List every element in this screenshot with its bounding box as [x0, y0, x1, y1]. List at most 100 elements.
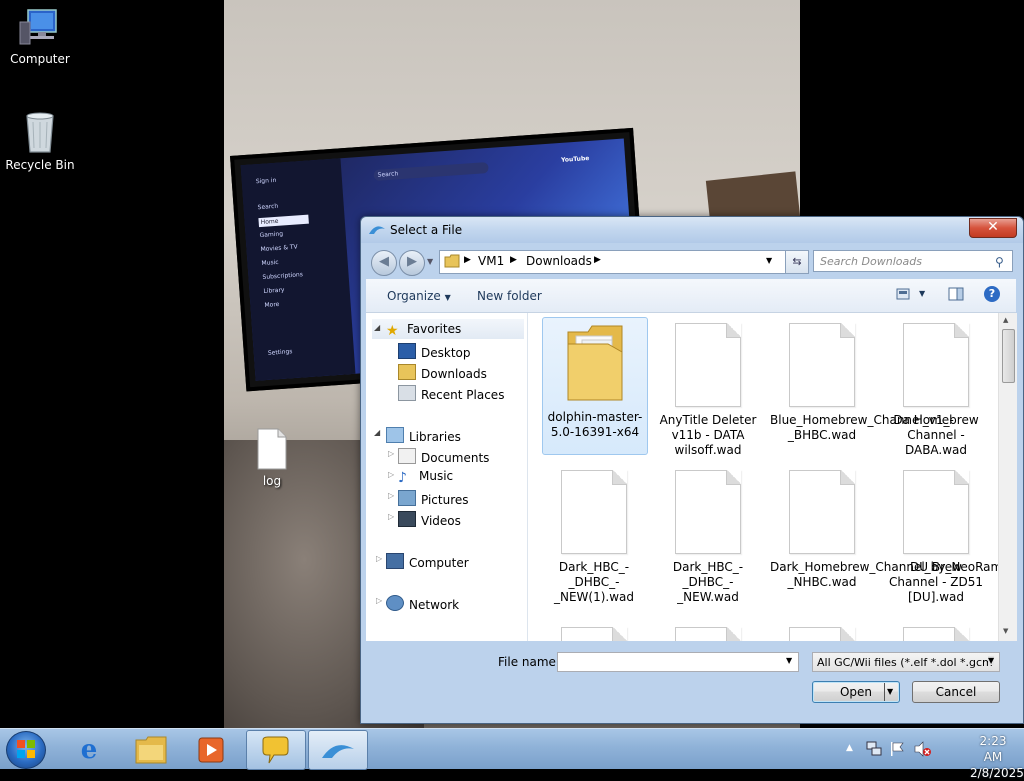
file-item-folder[interactable]: dolphin-master-5.0-16391-x64	[542, 317, 648, 455]
file-name: AnyTitle Deleter v11b - DATA wilsoff.wad	[659, 413, 757, 457]
file-item[interactable]: Dark_HBC_-_DHBC_-_NEW.wad	[656, 464, 760, 604]
file-name: Dark_HBC_-_DHBC_-_NEW.wad	[672, 560, 744, 604]
expand-arrow-icon[interactable]: ▷	[388, 491, 394, 500]
network-tray-icon[interactable]	[866, 741, 882, 760]
nav-label: Pictures	[421, 493, 469, 507]
scrollbar-thumb[interactable]	[1002, 329, 1015, 383]
tv-text: Gaming	[259, 230, 284, 240]
nav-desktop[interactable]: Desktop	[398, 343, 471, 360]
volume-muted-icon[interactable]	[914, 741, 932, 760]
taskbar-internet-explorer[interactable]: e	[60, 730, 118, 768]
desktop-icon-computer[interactable]: Computer	[2, 8, 78, 66]
scroll-down-icon[interactable]: ▼	[1003, 627, 1008, 635]
command-bar: Organize ▼ New folder ▼ ?	[366, 279, 1016, 313]
preview-pane-icon[interactable]	[948, 287, 964, 304]
help-icon[interactable]: ?	[984, 286, 1000, 302]
nav-label: Recent Places	[421, 388, 505, 402]
open-options-dropdown[interactable]: ▼	[887, 687, 893, 696]
speech-bubble-icon	[260, 735, 290, 768]
desktop-icon-log[interactable]: log	[234, 428, 310, 488]
nav-downloads[interactable]: Downloads	[398, 364, 487, 381]
close-button[interactable]: ✕	[969, 218, 1017, 238]
windows-logo-icon	[17, 740, 35, 761]
action-center-flag-icon[interactable]	[890, 741, 904, 760]
nav-computer[interactable]: Computer	[386, 553, 469, 570]
dolphin-icon	[321, 741, 355, 764]
filter-dropdown-icon[interactable]: ▼	[988, 656, 995, 665]
address-dropdown-icon[interactable]: ▼	[766, 256, 772, 265]
tv-text: Sign in	[255, 176, 277, 186]
computer-icon	[386, 553, 404, 569]
nav-libraries[interactable]: Libraries	[386, 427, 461, 444]
file-item-partial[interactable]	[770, 625, 874, 641]
breadcrumb-separator-icon: ▶	[594, 255, 601, 265]
show-hidden-icons[interactable]: ▲	[846, 743, 853, 753]
taskbar-dolphin[interactable]	[308, 730, 368, 770]
file-item-partial[interactable]	[542, 625, 646, 641]
search-input[interactable]: Search Downloads	[813, 250, 1013, 272]
file-item[interactable]: Dark_HBC_-_DHBC_-_NEW(1).wad	[542, 464, 646, 604]
nav-network[interactable]: Network	[386, 595, 459, 612]
collapse-arrow-icon[interactable]: ◢	[374, 428, 380, 437]
videos-icon	[398, 511, 416, 527]
file-name-dropdown-icon[interactable]: ▼	[786, 656, 792, 665]
file-item[interactable]: Da Homebrew Channel - DABA.wad	[884, 317, 988, 457]
expand-arrow-icon[interactable]: ▷	[376, 596, 382, 605]
recent-locations-dropdown[interactable]: ▼	[427, 257, 433, 266]
tv-text: More	[264, 300, 280, 309]
taskbar: e ▲ 2:23 AM 2/8/2025	[0, 728, 1024, 780]
tv-text: Subscriptions	[262, 271, 304, 282]
dialog-titlebar[interactable]: Select a File ✕	[361, 217, 1023, 243]
start-button[interactable]	[6, 731, 46, 769]
file-name-input[interactable]	[557, 652, 799, 672]
breadcrumb-item-vm1[interactable]: VM1	[478, 254, 504, 268]
file-item[interactable]: Blue_Homebrew_Channel_v1_-_BHBC.wad	[770, 317, 954, 453]
taskbar-clock[interactable]: 2:23 AM 2/8/2025	[970, 733, 1024, 781]
expand-arrow-icon[interactable]: ▷	[376, 554, 382, 563]
breadcrumb-item-downloads[interactable]: Downloads	[526, 254, 592, 268]
file-icon	[561, 470, 627, 554]
scroll-up-icon[interactable]: ▲	[1003, 316, 1008, 324]
internet-explorer-icon: e	[80, 735, 98, 765]
file-type-filter[interactable]: All GC/Wii files (*.elf *.dol *.gcm	[812, 652, 1000, 672]
file-item-partial[interactable]	[884, 625, 988, 641]
expand-arrow-icon[interactable]: ▷	[388, 512, 394, 521]
file-explorer-icon	[134, 736, 168, 767]
organize-button[interactable]: Organize ▼	[387, 289, 451, 303]
expand-arrow-icon[interactable]: ▷	[388, 470, 394, 479]
nav-recent-places[interactable]: Recent Places	[398, 385, 504, 402]
back-button[interactable]: ◀	[371, 250, 397, 276]
chevron-down-icon: ▼	[444, 293, 451, 302]
nav-music[interactable]: ♪ Music	[398, 469, 453, 486]
collapse-arrow-icon[interactable]: ◢	[374, 323, 380, 332]
file-icon	[903, 627, 969, 641]
dolphin-icon	[368, 224, 386, 239]
change-view-icon[interactable]	[896, 288, 910, 303]
nav-pictures[interactable]: Pictures	[398, 490, 469, 507]
file-item[interactable]: Dark_Homebrew_Channel_by_NeoRame-_NHBC.w…	[770, 464, 998, 600]
new-folder-button[interactable]: New folder	[477, 289, 542, 303]
nav-videos[interactable]: Videos	[398, 511, 461, 528]
nav-favorites[interactable]: ★ Favorites	[386, 322, 461, 339]
expand-arrow-icon[interactable]: ▷	[388, 449, 394, 458]
taskbar-chat-app[interactable]	[246, 730, 306, 770]
media-player-icon	[198, 737, 224, 766]
file-item[interactable]: DU Brew Channel - ZD51 [DU].wad	[884, 464, 988, 604]
refresh-button[interactable]: ⇆	[785, 250, 809, 274]
select-file-dialog: Select a File ✕ ◀ ▶ ▼ ▶ VM1 ▶ Downloads …	[360, 216, 1024, 724]
file-item[interactable]: AnyTitle Deleter v11b - DATA wilsoff.wad	[656, 317, 760, 457]
taskbar-media-player[interactable]	[182, 730, 240, 768]
file-item-partial[interactable]	[656, 625, 760, 641]
clock-time: 2:23 AM	[979, 734, 1007, 764]
nav-label: Videos	[421, 514, 461, 528]
view-options-dropdown[interactable]: ▼	[919, 289, 925, 298]
cancel-button[interactable]: Cancel	[912, 681, 1000, 703]
desktop-icon-recycle-bin[interactable]: Recycle Bin	[2, 110, 78, 172]
nav-label: Computer	[409, 556, 469, 570]
address-bar[interactable]: ▶ VM1 ▶ Downloads ▶ ▼	[439, 250, 809, 274]
forward-button[interactable]: ▶	[399, 250, 425, 276]
file-icon	[789, 470, 855, 554]
vertical-scrollbar[interactable]: ▲ ▼	[998, 313, 1017, 641]
taskbar-file-explorer[interactable]	[122, 730, 180, 768]
nav-documents[interactable]: Documents	[398, 448, 489, 465]
